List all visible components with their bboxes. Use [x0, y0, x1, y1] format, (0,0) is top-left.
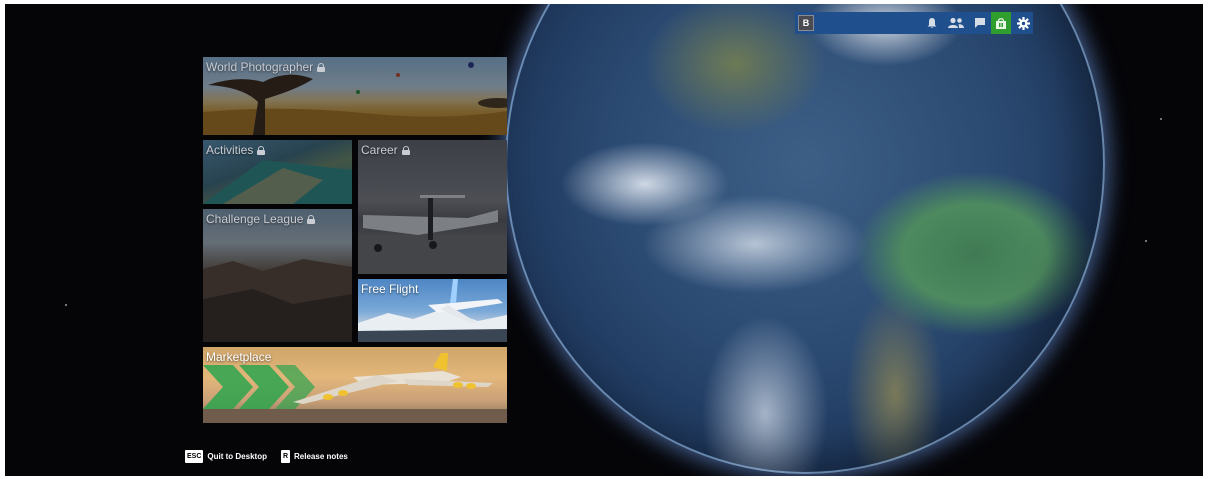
star — [1160, 118, 1162, 120]
tile-challenge-league[interactable]: Challenge League — [203, 209, 352, 342]
release-notes-hint[interactable]: R Release notes — [280, 450, 348, 463]
tile-world-photographer[interactable]: World Photographer — [203, 57, 507, 135]
tile-label: Challenge League — [206, 212, 316, 226]
tile-career[interactable]: Career — [358, 140, 507, 274]
hint-label: Quit to Desktop — [207, 452, 267, 461]
gear-icon[interactable] — [1013, 12, 1033, 34]
keyboard-hints: ESC Quit to Desktop R Release notes — [185, 450, 348, 463]
chat-icon[interactable] — [971, 15, 989, 31]
main-menu-screen: B World Photographer Activities Career C… — [5, 4, 1203, 476]
globe-atmosphere — [505, 4, 1105, 474]
bell-icon[interactable] — [923, 15, 941, 31]
shop-icon[interactable] — [991, 12, 1011, 34]
tile-label: Activities — [206, 143, 266, 157]
lock-icon — [307, 214, 316, 224]
r-key: R — [280, 450, 291, 463]
locked-overlay — [358, 140, 507, 274]
quit-to-desktop-hint[interactable]: ESC Quit to Desktop — [185, 450, 267, 463]
friends-icon[interactable] — [945, 15, 967, 31]
tile-activities[interactable]: Activities — [203, 140, 352, 204]
tile-free-flight[interactable]: Free Flight — [358, 279, 507, 342]
top-bar: B — [795, 12, 1033, 34]
tile-label: World Photographer — [206, 60, 326, 74]
star — [1145, 240, 1147, 242]
star — [65, 304, 67, 306]
lock-icon — [317, 62, 326, 72]
lock-icon — [401, 145, 410, 155]
tile-label: Career — [361, 143, 410, 157]
hint-label: Release notes — [294, 452, 348, 461]
esc-key: ESC — [185, 450, 204, 463]
locked-overlay — [203, 209, 352, 342]
tile-marketplace[interactable]: Marketplace — [203, 347, 507, 423]
tile-label: Free Flight — [361, 282, 419, 296]
tile-label: Marketplace — [206, 350, 272, 364]
profile-badge[interactable]: B — [798, 15, 814, 31]
lock-icon — [257, 145, 266, 155]
